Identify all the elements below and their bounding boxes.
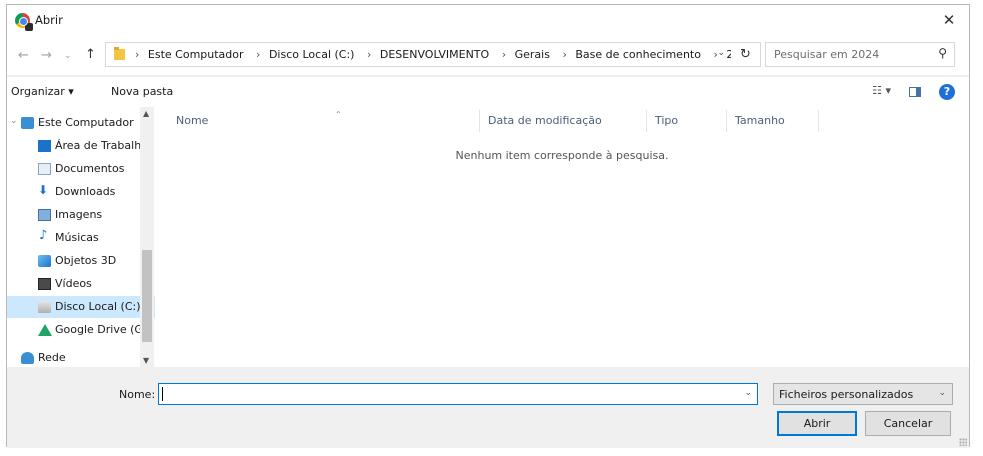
breadcrumb-item-disco-local[interactable]: Disco Local (C:) [269, 48, 355, 61]
cancel-button[interactable]: Cancelar [865, 411, 951, 436]
breadcrumb-separator[interactable]: › [256, 48, 260, 61]
address-bar[interactable]: › Este Computador › Disco Local (C:) › D… [105, 42, 754, 67]
sidebar-item-videos[interactable]: Vídeos [7, 273, 147, 295]
column-header-name[interactable]: ⌃ Nome [168, 110, 480, 132]
desktop-icon [38, 140, 51, 152]
sidebar-item-label: Vídeos [55, 277, 92, 290]
sidebar-item-label: Este Computador [38, 116, 134, 129]
documents-icon [38, 163, 51, 175]
sidebar-item-label: Objetos 3D [55, 254, 117, 267]
sidebar-item-musicas[interactable]: Músicas [7, 227, 147, 249]
file-type-value: Ficheiros personalizados [779, 388, 914, 401]
videos-icon [38, 278, 51, 290]
sidebar-item-label: Área de Trabalho [55, 139, 148, 152]
forward-button[interactable]: → [41, 48, 52, 63]
search-placeholder[interactable]: Pesquisar em 2024 [774, 48, 879, 61]
open-button[interactable]: Abrir [777, 411, 857, 436]
chevron-down-icon[interactable]: ⌄ [744, 388, 752, 398]
breadcrumb-separator: › [135, 48, 140, 61]
sidebar-item-label: Músicas [55, 231, 99, 244]
toolbar: Organizar ▾ Nova pasta ☷ ▾ ? [7, 77, 969, 107]
sidebar-item-label: Disco Local (C:) [55, 300, 141, 313]
organize-menu-button[interactable]: Organizar ▾ [11, 85, 74, 98]
network-icon [21, 352, 34, 364]
file-type-select[interactable]: Ficheiros personalizados ⌄ [773, 383, 953, 405]
folder-icon [114, 47, 125, 60]
breadcrumb-item-este-computador[interactable]: Este Computador [148, 48, 244, 61]
address-row: ← → ⌄ ↑ › Este Computador › Disco Local … [7, 35, 969, 75]
help-icon[interactable]: ? [939, 84, 955, 100]
breadcrumb-item-desenvolvimento[interactable]: DESENVOLVIMENTO [380, 48, 489, 61]
column-header-date[interactable]: Data de modificação [480, 110, 647, 132]
local-disk-icon [38, 301, 51, 313]
breadcrumb-separator[interactable]: › [562, 48, 566, 61]
column-header-label: Tipo [655, 114, 679, 127]
downloads-icon [38, 183, 51, 198]
column-header-label: Tamanho [735, 114, 785, 127]
scroll-down-icon[interactable]: ▼ [143, 356, 149, 365]
search-icon[interactable]: ⚲ [938, 46, 947, 60]
new-folder-button[interactable]: Nova pasta [111, 85, 173, 98]
breadcrumb-separator[interactable]: › [367, 48, 371, 61]
bottom-panel: Nome: ⌄ Ficheiros personalizados ⌄ Abrir… [7, 367, 969, 448]
navigation-pane: ⌄ Este Computador Área de Trabalho Docum… [7, 107, 155, 367]
breadcrumb-item-base-de-conhecimento[interactable]: Base de conhecimento [575, 48, 701, 61]
computer-icon [21, 117, 34, 129]
title-bar: Abrir ✕ [7, 5, 969, 35]
back-button[interactable]: ← [18, 48, 29, 63]
sidebar-item-label: Rede [38, 351, 66, 364]
google-drive-icon [38, 324, 52, 336]
up-button[interactable]: ↑ [85, 47, 96, 62]
dialog-title: Abrir [35, 13, 63, 27]
sidebar-scrollbar[interactable]: ▲ ▼ [140, 107, 154, 367]
sidebar-item-downloads[interactable]: Downloads [7, 181, 147, 203]
sidebar-item-label: Imagens [55, 208, 103, 221]
file-name-input[interactable]: ⌄ [158, 383, 758, 405]
empty-results-message: Nenhum item corresponde à pesquisa. [455, 149, 669, 162]
breadcrumb-item-gerais[interactable]: Gerais [515, 48, 550, 61]
sidebar-item-disco-local[interactable]: Disco Local (C:) [7, 296, 155, 318]
column-header-type[interactable]: Tipo [647, 110, 727, 132]
view-options-icon[interactable]: ☷ ▾ [872, 84, 891, 97]
refresh-button[interactable]: ↻ [731, 42, 761, 67]
sidebar-item-label: Google Drive (G: [55, 323, 147, 336]
chevron-down-icon[interactable]: ⌄ [10, 116, 18, 126]
close-button[interactable]: ✕ [929, 5, 969, 35]
objects3d-icon [38, 255, 51, 267]
chrome-icon [15, 13, 33, 31]
address-history-dropdown[interactable]: ⌄ [717, 48, 725, 58]
sidebar-item-rede[interactable]: Rede [7, 347, 147, 367]
sidebar-item-area-de-trabalho[interactable]: Área de Trabalho [7, 135, 148, 157]
resize-grip-icon[interactable] [959, 438, 967, 446]
open-file-dialog: Abrir ✕ ← → ⌄ ↑ › Este Computador › Disc… [6, 4, 970, 448]
sidebar-item-documentos[interactable]: Documentos [7, 158, 147, 180]
scroll-up-icon[interactable]: ▲ [143, 109, 149, 118]
scrollbar-thumb[interactable] [142, 250, 152, 342]
recent-locations-button[interactable]: ⌄ [64, 51, 72, 61]
sidebar-item-objetos-3d[interactable]: Objetos 3D [7, 250, 147, 272]
file-name-label: Nome: [119, 388, 156, 401]
main-content: ⌄ Este Computador Área de Trabalho Docum… [7, 107, 969, 367]
sidebar-item-google-drive[interactable]: Google Drive (G: [7, 319, 147, 341]
text-cursor [162, 387, 163, 401]
search-box[interactable]: Pesquisar em 2024 ⚲ [765, 42, 955, 67]
images-icon [38, 209, 51, 221]
column-header-label: Nome [176, 114, 209, 127]
file-list: ⌃ Nome Data de modificação Tipo Tamanho … [155, 107, 969, 367]
chevron-down-icon[interactable]: ⌄ [938, 388, 946, 398]
breadcrumb: › Este Computador › Disco Local (C:) › D… [130, 48, 758, 61]
column-header-label: Data de modificação [488, 114, 602, 127]
sidebar-item-imagens[interactable]: Imagens [7, 204, 147, 226]
breadcrumb-separator[interactable]: › [502, 48, 506, 61]
music-icon [38, 228, 51, 244]
sort-ascending-icon: ⌃ [335, 110, 342, 119]
sidebar-item-label: Documentos [55, 162, 125, 175]
preview-pane-icon[interactable] [909, 87, 921, 97]
sidebar-item-este-computador[interactable]: ⌄ Este Computador [7, 112, 147, 134]
sidebar-item-label: Downloads [55, 185, 116, 198]
column-header-size[interactable]: Tamanho [727, 110, 819, 132]
